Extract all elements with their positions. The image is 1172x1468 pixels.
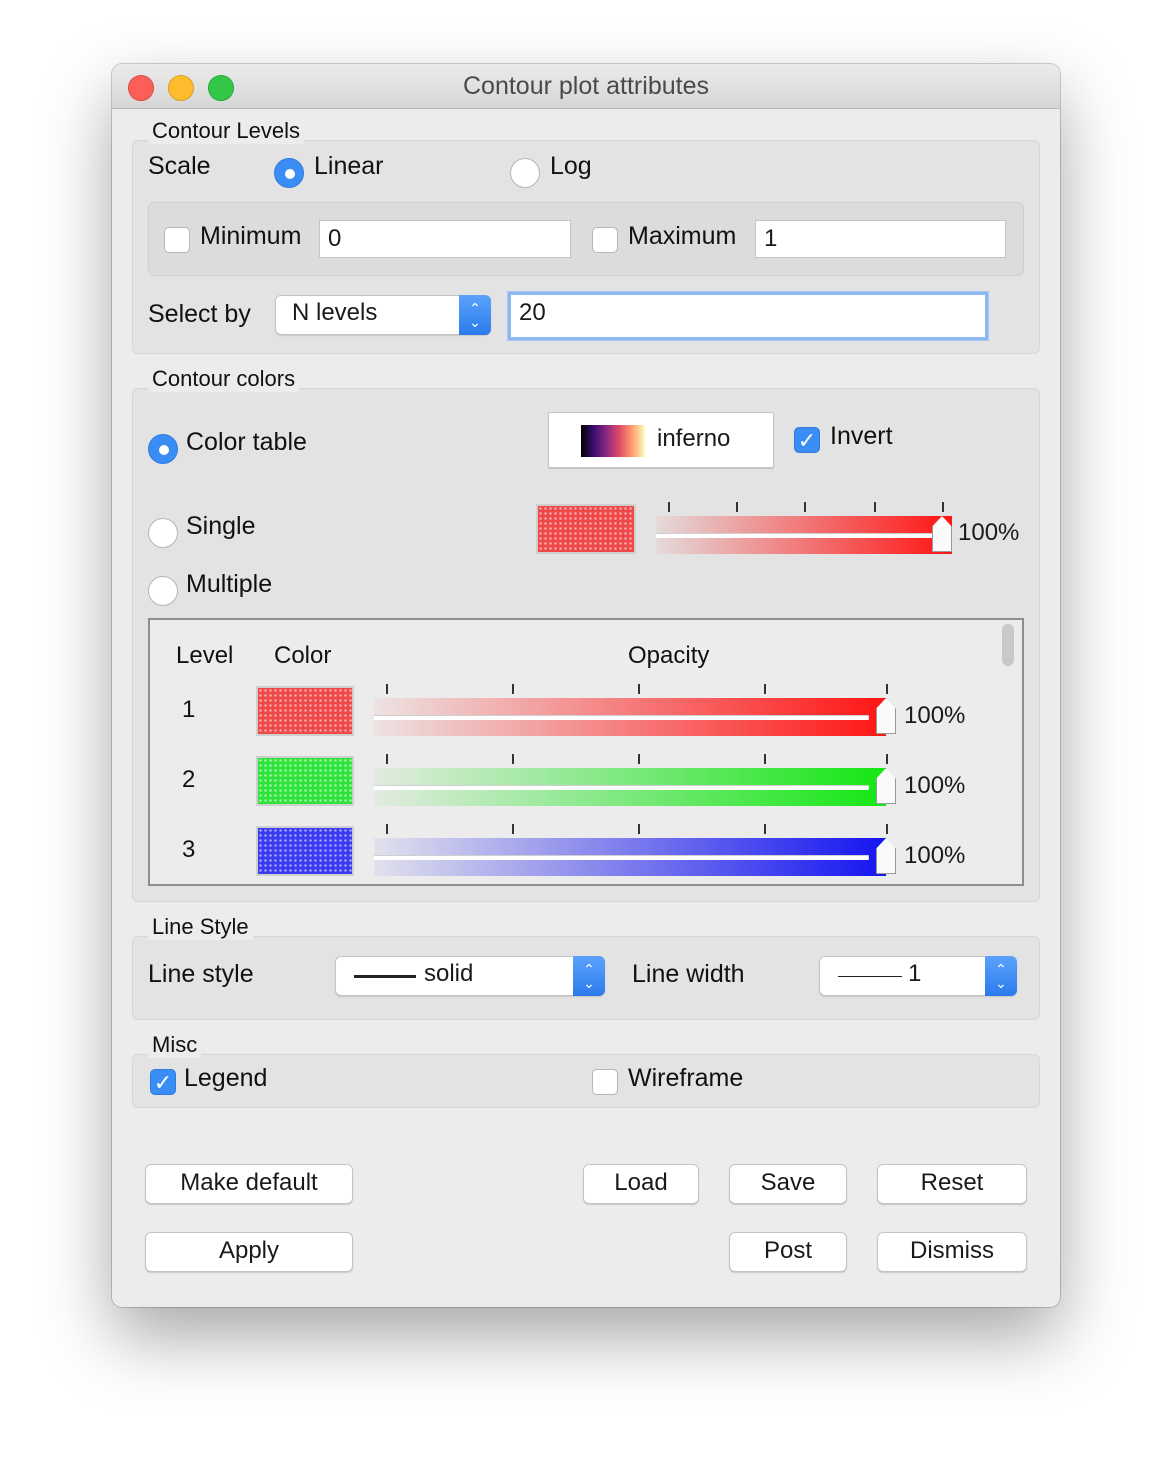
updown-chevron-icon: ⌃ ⌄ (459, 295, 491, 335)
scale-linear-radio[interactable] (274, 158, 304, 188)
contour-colors-group-label: Contour colors (148, 366, 300, 392)
level-number: 2 (182, 766, 196, 793)
color-table-name: inferno (657, 425, 731, 452)
level-number: 3 (182, 836, 196, 863)
minimum-label: Minimum (200, 222, 302, 250)
minimum-input[interactable]: 0 (319, 220, 571, 258)
level-opacity-value: 100% (904, 702, 966, 729)
level-opacity-value: 100% (904, 772, 966, 799)
opacity-column-header: Opacity (628, 642, 710, 669)
apply-button[interactable]: Apply (145, 1232, 353, 1272)
slider-tick (942, 502, 944, 512)
misc-group (132, 1054, 1040, 1108)
line-style-group-label: Line Style (148, 914, 253, 940)
updown-chevron-icon: ⌃ ⌄ (985, 956, 1017, 996)
single-opacity-slider[interactable] (656, 502, 952, 556)
save-button[interactable]: Save (729, 1164, 847, 1204)
color-table-button[interactable]: inferno (548, 412, 774, 468)
scale-label: Scale (148, 152, 211, 180)
contour-levels-group-label: Contour Levels (148, 118, 304, 144)
slider-knob[interactable] (876, 768, 896, 804)
line-style-combo[interactable]: solid ⌃ ⌄ (335, 956, 605, 996)
thin-line-icon (838, 976, 902, 977)
line-width-combo[interactable]: 1 ⌃ ⌄ (819, 956, 1017, 996)
slider-knob[interactable] (876, 838, 896, 874)
wireframe-checkbox[interactable] (592, 1069, 618, 1095)
slider-tick (736, 502, 738, 512)
color-table-label[interactable]: Color table (186, 428, 307, 457)
slider-tick (804, 502, 806, 512)
level-opacity-value: 100% (904, 842, 966, 869)
select-by-value: N levels (292, 299, 378, 326)
legend-checkbox[interactable]: ✓ (150, 1069, 176, 1095)
legend-label: Legend (184, 1064, 268, 1092)
levels-count-input[interactable]: 20 (508, 292, 988, 340)
level-color-swatch[interactable] (256, 756, 354, 806)
single-color-swatch[interactable] (536, 504, 636, 554)
maximum-label: Maximum (628, 222, 737, 250)
line-style-value: solid (424, 960, 474, 987)
scale-log-label[interactable]: Log (550, 152, 592, 181)
post-button[interactable]: Post (729, 1232, 847, 1272)
color-column-header: Color (274, 642, 332, 669)
line-style-label: Line style (148, 960, 254, 988)
minimum-checkbox[interactable] (164, 227, 190, 253)
slider-tick (668, 502, 670, 512)
single-opacity-value: 100% (958, 519, 1020, 546)
level-column-header: Level (176, 642, 234, 669)
reset-button[interactable]: Reset (877, 1164, 1027, 1204)
select-by-combo[interactable]: N levels ⌃ ⌄ (275, 295, 491, 335)
color-table-radio[interactable] (148, 434, 178, 464)
maximum-checkbox[interactable] (592, 227, 618, 253)
inferno-gradient-icon (581, 425, 645, 457)
single-color-label[interactable]: Single (186, 512, 256, 541)
level-color-swatch[interactable] (256, 686, 354, 736)
level-slider-ticks (386, 684, 898, 738)
level-color-swatch[interactable] (256, 826, 354, 876)
maximum-input[interactable]: 1 (755, 220, 1006, 258)
window-title: Contour plot attributes (463, 72, 709, 100)
scale-log-radio[interactable] (510, 158, 540, 188)
multiple-colors-table[interactable]: Level Color Opacity 1 100% 2 100% 3 100% (148, 618, 1024, 886)
dismiss-button[interactable]: Dismiss (877, 1232, 1027, 1272)
slider-tick (874, 502, 876, 512)
wireframe-label: Wireframe (628, 1064, 744, 1092)
load-button[interactable]: Load (583, 1164, 699, 1204)
level-slider-ticks (386, 824, 898, 878)
level-number: 1 (182, 696, 196, 723)
multiple-colors-label[interactable]: Multiple (186, 570, 272, 599)
contour-plot-attributes-window: Contour plot attributes Contour Levels S… (112, 64, 1060, 1307)
single-color-radio[interactable] (148, 518, 178, 548)
multiple-colors-radio[interactable] (148, 576, 178, 606)
select-by-label: Select by (148, 300, 251, 328)
invert-checkbox[interactable]: ✓ (794, 427, 820, 453)
slider-knob[interactable] (876, 698, 896, 734)
line-width-value: 1 (908, 960, 922, 987)
slider-groove (656, 533, 942, 538)
scale-linear-label[interactable]: Linear (314, 152, 384, 181)
misc-group-label: Misc (148, 1032, 202, 1058)
line-width-label: Line width (632, 960, 745, 988)
table-scrollbar-thumb[interactable] (1002, 624, 1014, 666)
updown-chevron-icon: ⌃ ⌄ (573, 956, 605, 996)
level-slider-ticks (386, 754, 898, 808)
solid-line-icon (354, 975, 416, 978)
title-bar: Contour plot attributes (112, 64, 1060, 109)
make-default-button[interactable]: Make default (145, 1164, 353, 1204)
invert-label: Invert (830, 422, 893, 450)
